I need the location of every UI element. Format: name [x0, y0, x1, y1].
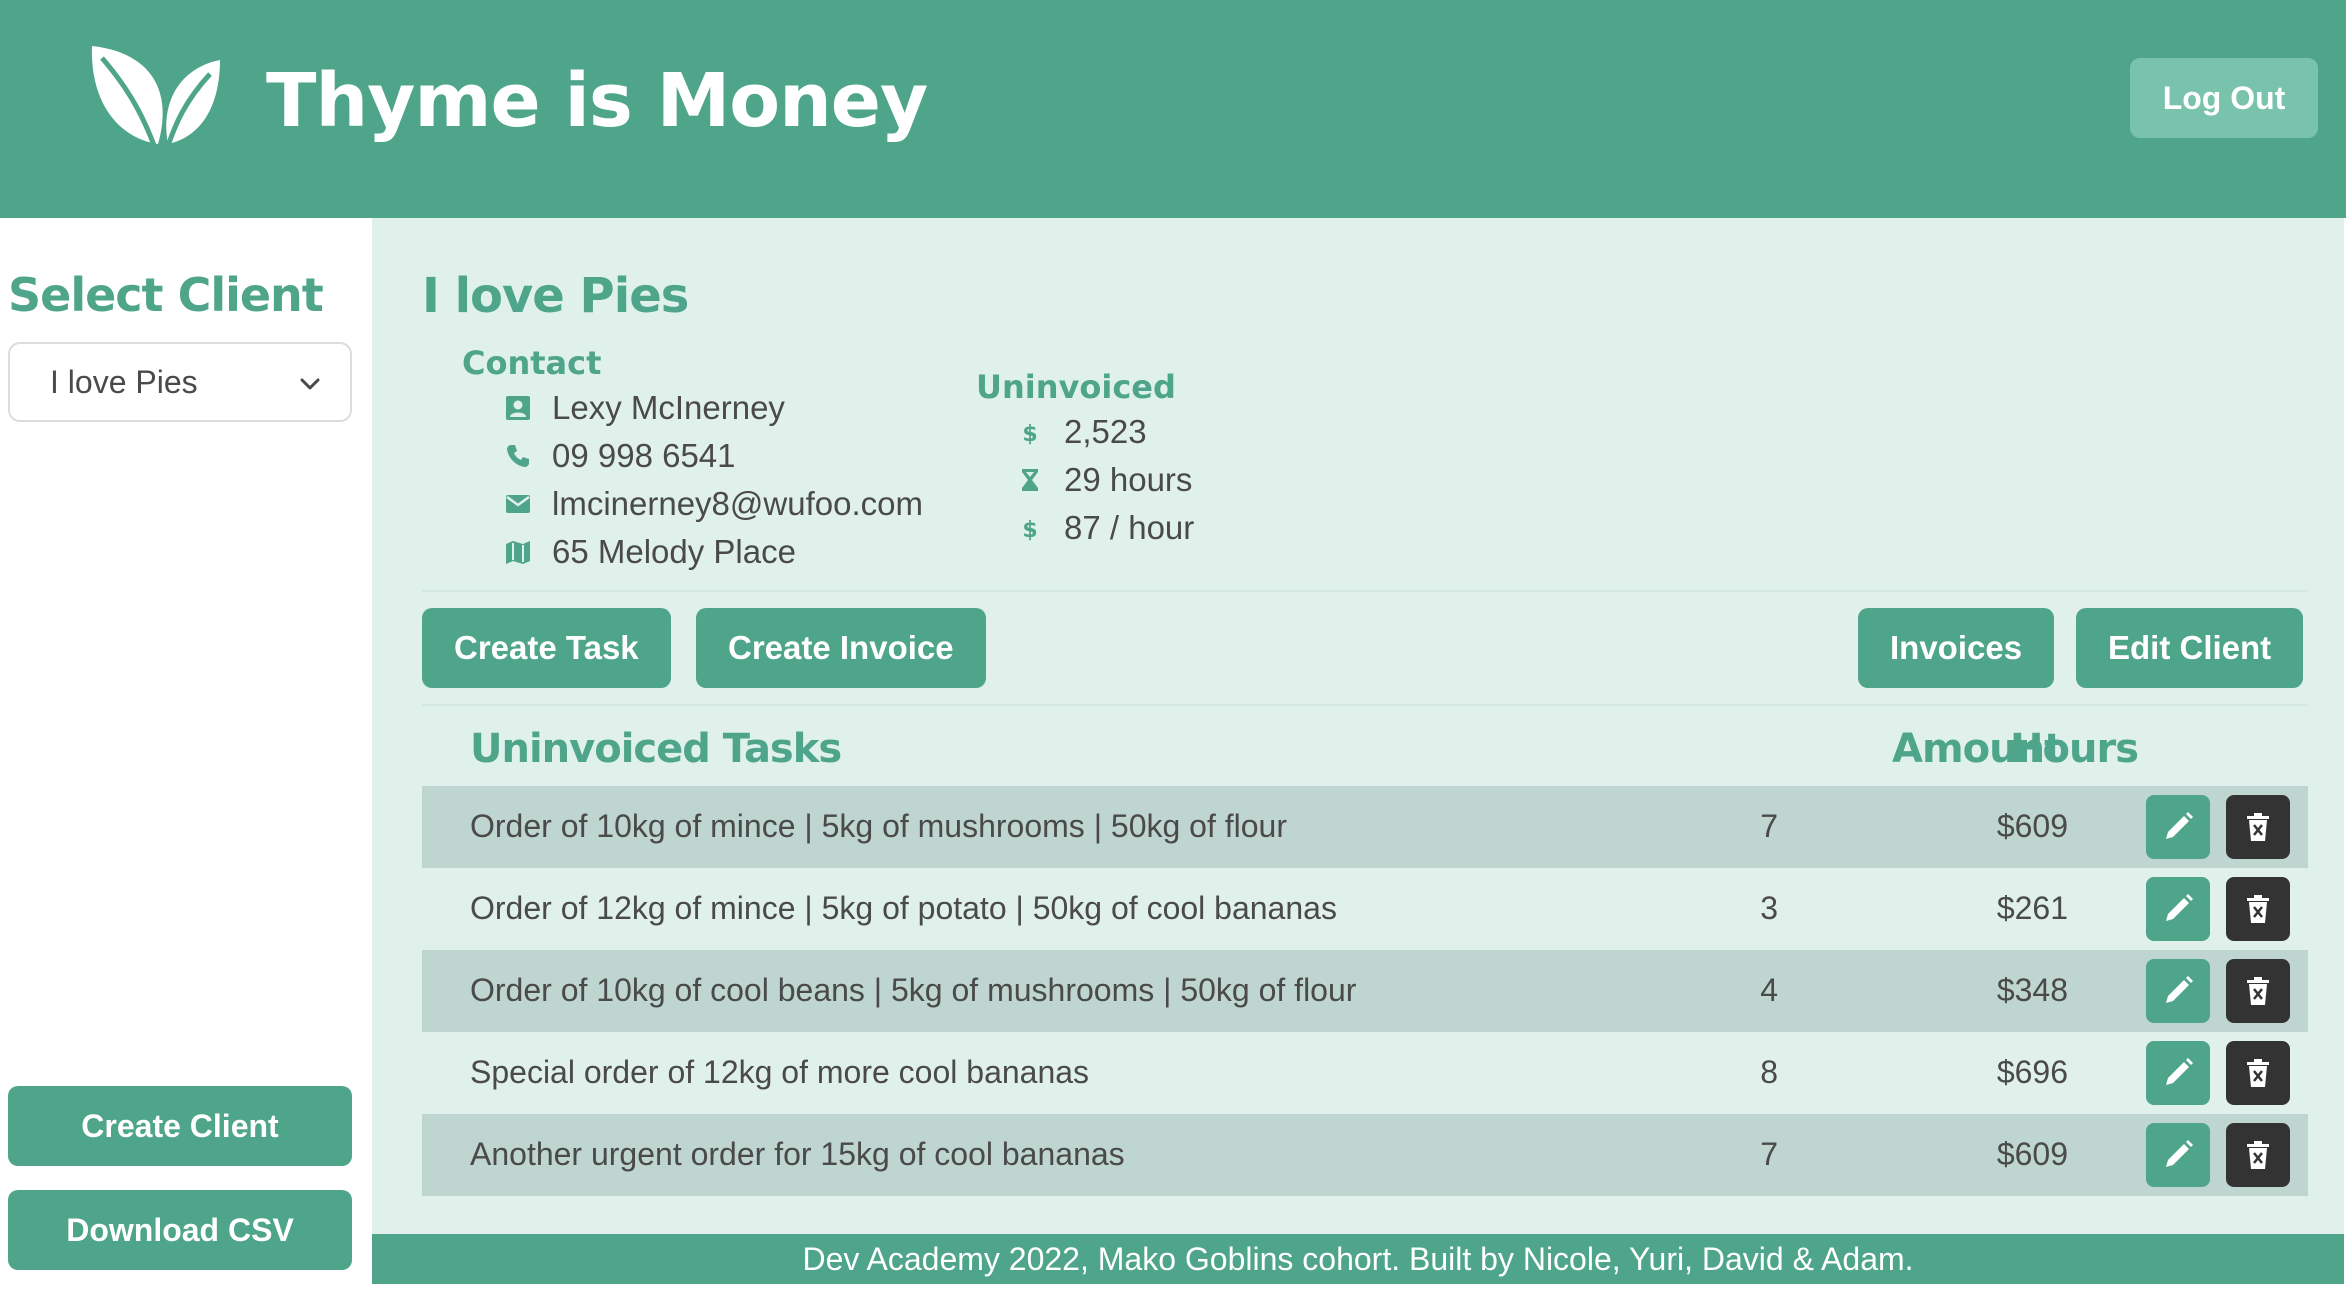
uninvoiced-amount: $ 2,523	[1016, 410, 1147, 454]
task-hours: 3	[1760, 890, 1778, 926]
pencil-icon	[2166, 1058, 2193, 1085]
task-amount: $609	[1996, 808, 2068, 844]
delete-task-button[interactable]	[2226, 1041, 2290, 1105]
trash-icon	[2247, 813, 2269, 841]
divider	[422, 590, 2308, 592]
table-row: Order of 12kg of mince | 5kg of potato |…	[422, 868, 2308, 950]
task-description: Special order of 12kg of more cool banan…	[470, 1054, 1090, 1090]
select-client-heading: Select Client	[8, 268, 324, 322]
edit-task-button[interactable]	[2146, 959, 2210, 1023]
task-amount: $609	[1996, 1136, 2068, 1172]
uninvoiced-amount-value: 2,523	[1064, 413, 1147, 450]
edit-task-button[interactable]	[2146, 1123, 2210, 1187]
task-hours: 4	[1760, 972, 1778, 1008]
contact-address-text: 65 Melody Place	[552, 533, 796, 570]
contact-person-name: Lexy McInerney	[552, 389, 785, 426]
task-hours: 7	[1760, 808, 1778, 844]
trash-icon	[2247, 895, 2269, 923]
task-hours: 8	[1760, 1054, 1778, 1090]
task-hours: 7	[1760, 1136, 1778, 1172]
delete-task-button[interactable]	[2226, 877, 2290, 941]
table-row: Special order of 12kg of more cool banan…	[422, 1032, 2308, 1114]
client-panel: I love Pies Contact Lexy McInerney 09 99…	[372, 218, 2344, 1234]
contact-phone-number: 09 998 6541	[552, 437, 736, 474]
contact-person: Lexy McInerney	[504, 386, 785, 430]
chevron-down-icon	[300, 378, 320, 390]
uninvoiced-label: Uninvoiced	[976, 368, 1176, 406]
contact-email: lmcinerney8@wufoo.com	[504, 482, 923, 526]
delete-task-button[interactable]	[2226, 959, 2290, 1023]
task-amount: $261	[1996, 890, 2068, 926]
contact-email-address: lmcinerney8@wufoo.com	[552, 485, 923, 522]
footer: Dev Academy 2022, Mako Goblins cohort. B…	[372, 1234, 2344, 1284]
dollar-icon: $	[1022, 518, 1037, 542]
svg-text:$: $	[1022, 518, 1037, 542]
create-client-button[interactable]: Create Client	[8, 1086, 352, 1166]
pencil-icon	[2166, 976, 2193, 1003]
invoices-button[interactable]: Invoices	[1858, 608, 2055, 688]
trash-icon	[2247, 1059, 2269, 1087]
divider	[422, 704, 2308, 706]
contact-address: 65 Melody Place	[504, 530, 796, 574]
contact-label: Contact	[462, 344, 602, 382]
dollar-icon: $	[1022, 422, 1037, 446]
task-description: Order of 10kg of cool beans | 5kg of mus…	[470, 972, 1357, 1008]
uninvoiced-hours: 29 hours	[1016, 458, 1192, 502]
contact-card-icon	[506, 396, 530, 420]
pencil-icon	[2166, 894, 2193, 921]
uninvoiced-hours-value: 29 hours	[1064, 461, 1193, 498]
task-description: Order of 10kg of mince | 5kg of mushroom…	[470, 808, 1287, 844]
client-select-value: I love Pies	[50, 364, 198, 400]
sidebar: Select Client I love Pies Create Client …	[0, 218, 372, 1294]
client-select[interactable]: I love Pies	[8, 342, 352, 422]
svg-text:$: $	[1022, 422, 1037, 446]
download-csv-button[interactable]: Download CSV	[8, 1190, 352, 1270]
map-icon	[506, 541, 530, 564]
edit-task-button[interactable]	[2146, 795, 2210, 859]
amount-column-header: Amount	[1892, 726, 2063, 772]
uninvoiced-rate-value: 87 / hour	[1064, 509, 1195, 546]
table-row: Another urgent order for 15kg of cool ba…	[422, 1114, 2308, 1196]
table-row: Order of 10kg of cool beans | 5kg of mus…	[422, 950, 2308, 1032]
edit-task-button[interactable]	[2146, 877, 2210, 941]
create-invoice-button[interactable]: Create Invoice	[696, 608, 986, 688]
page-bottom-edge	[0, 1284, 2346, 1294]
delete-task-button[interactable]	[2226, 795, 2290, 859]
edit-client-button[interactable]: Edit Client	[2076, 608, 2304, 688]
pencil-icon	[2166, 1140, 2193, 1167]
edit-task-button[interactable]	[2146, 1041, 2210, 1105]
leaf-logo-icon	[91, 46, 220, 169]
delete-task-button[interactable]	[2226, 1123, 2290, 1187]
trash-icon	[2247, 977, 2269, 1005]
envelope-icon	[506, 495, 530, 513]
app-header: Thyme is Money Log Out	[0, 0, 2346, 218]
trash-icon	[2247, 1141, 2269, 1169]
uninvoiced-rate: $ 87 / hour	[1016, 506, 1194, 550]
pencil-icon	[2166, 812, 2193, 839]
task-description: Order of 12kg of mince | 5kg of potato |…	[470, 890, 1337, 926]
table-row: Order of 10kg of mince | 5kg of mushroom…	[422, 786, 2308, 868]
tasks-column-header: Uninvoiced Tasks	[470, 726, 842, 772]
logout-button[interactable]: Log Out	[2130, 58, 2318, 138]
app-title: Thyme is Money	[266, 58, 928, 144]
task-description: Another urgent order for 15kg of cool ba…	[470, 1136, 1125, 1172]
task-amount: $696	[1996, 1054, 2068, 1090]
hourglass-icon	[1022, 469, 1038, 491]
task-amount: $348	[1996, 972, 2068, 1008]
client-name: I love Pies	[422, 268, 689, 324]
contact-phone: 09 998 6541	[504, 434, 736, 478]
create-task-button[interactable]: Create Task	[422, 608, 671, 688]
phone-icon	[507, 445, 529, 467]
